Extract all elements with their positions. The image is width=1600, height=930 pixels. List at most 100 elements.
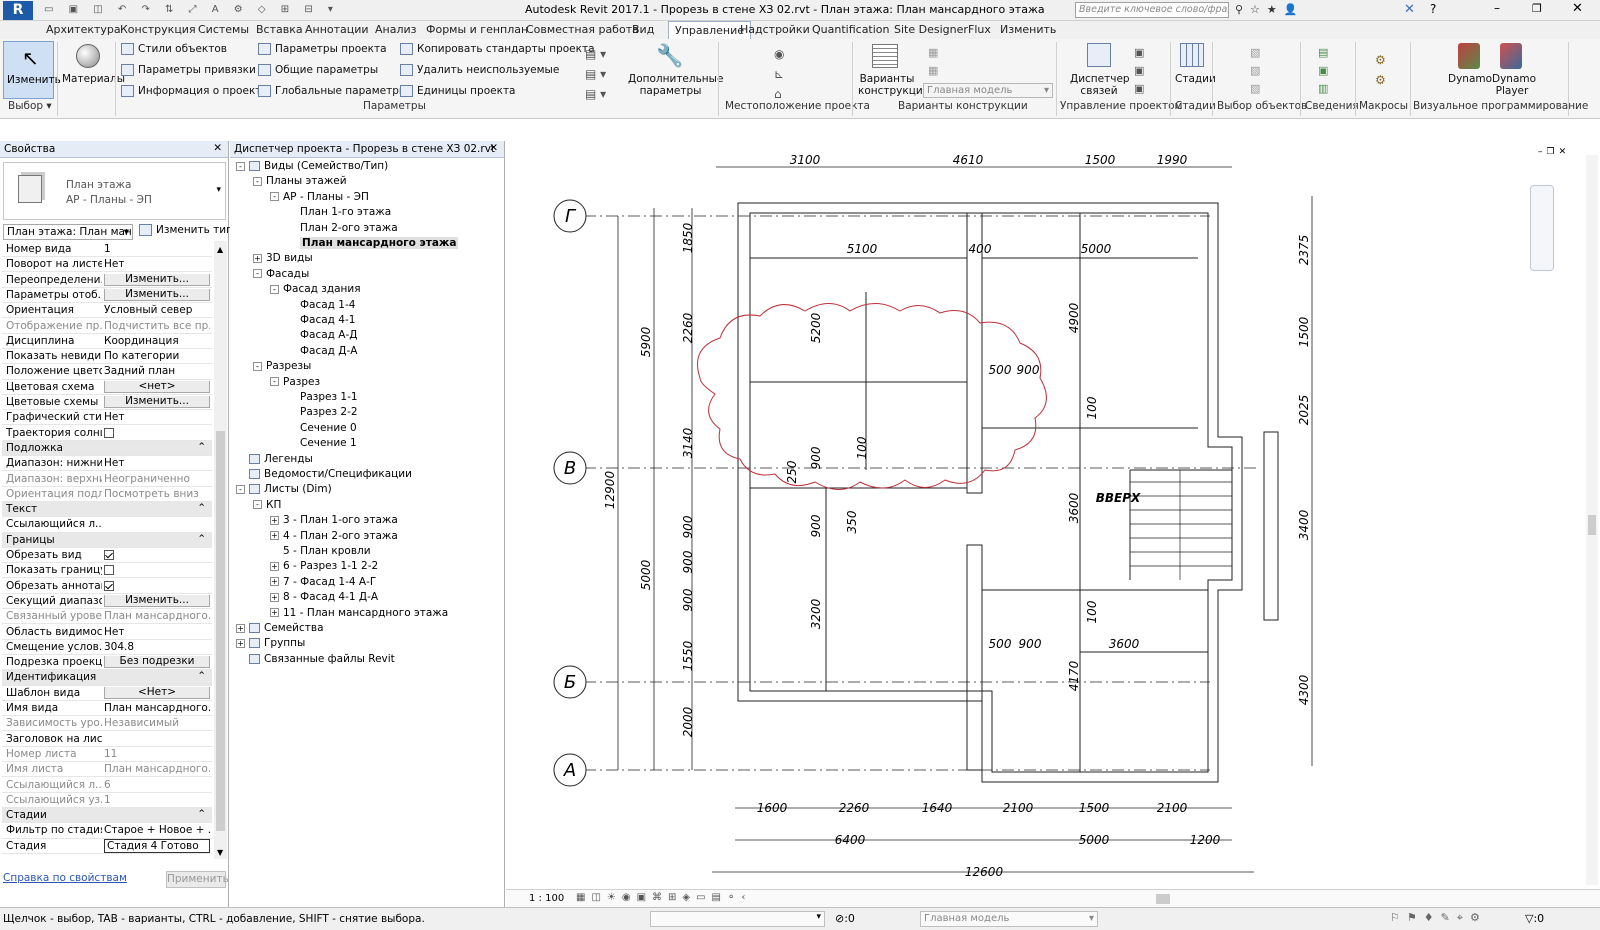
minimize-icon[interactable]: – [1494, 1, 1500, 15]
property-section[interactable]: Текст ⌃ [2, 502, 212, 518]
params_col3-item-2[interactable]: Единицы проекта [400, 85, 516, 97]
link-manager-button[interactable]: Диспетчер связей [1070, 73, 1130, 97]
property-row[interactable]: Диапазон: верхни...Неограниченно [2, 472, 212, 487]
property-row[interactable]: Стадия Стадия 4 Готово [2, 838, 212, 854]
property-row[interactable]: Имя листа План мансардного... [2, 762, 212, 778]
macros-small-icons[interactable]: ⚙ ⚙ [1375, 50, 1386, 90]
scale-label[interactable]: 1 : 100 [529, 893, 564, 904]
browser-node[interactable]: План 1-го этажа [287, 206, 391, 218]
params_col1-item-1[interactable]: Параметры привязки [121, 64, 256, 76]
property-edit-button[interactable]: Изменить... [104, 396, 210, 408]
property-row[interactable]: Обрезать вид [2, 548, 212, 564]
browser-node[interactable]: Фасад 1-4 [287, 299, 355, 311]
browser-node[interactable]: Фасад Д-А [287, 345, 357, 357]
browser-node[interactable]: +6 - Разрез 1-1 2-2 [270, 560, 378, 572]
edit-type-button[interactable]: Изменить тип [139, 224, 233, 240]
expand-toggle-icon[interactable]: + [270, 608, 279, 618]
params_col3-item-1[interactable]: Удалить неиспользуемые [400, 64, 559, 76]
select-small-icons[interactable]: ▧ ▧ ▧ [1250, 44, 1260, 98]
browser-node[interactable]: + Семейства [236, 622, 324, 634]
browser-node[interactable]: Сечение 1 [287, 437, 357, 449]
browser-node[interactable]: - КП [253, 499, 281, 511]
phases-button[interactable]: Стадии [1175, 73, 1216, 85]
tab-4[interactable]: Аннотации [305, 23, 369, 36]
browser-node[interactable]: - Разрезы [253, 360, 311, 372]
browser-node[interactable]: +8 - Фасад 4-1 Д-А [270, 591, 378, 603]
expand-toggle-icon[interactable]: - [253, 500, 262, 510]
expand-toggle-icon[interactable]: + [270, 515, 279, 525]
vertical-scrollbar[interactable] [1586, 155, 1598, 885]
property-row[interactable]: Зависимость уро... Независимый [2, 716, 212, 732]
property-row[interactable]: Шаблон вида <Нет> [2, 686, 212, 701]
property-row[interactable]: Траектория солнца [2, 426, 212, 441]
tab-0[interactable]: Архитектура [46, 23, 121, 36]
view-window-controls[interactable]: –❐✕ [1538, 147, 1570, 157]
property-checkbox[interactable] [104, 427, 114, 438]
tab-7[interactable]: Совместная работа [526, 23, 639, 36]
property-row[interactable]: Параметры отоб... Изменить... [2, 288, 212, 304]
dynamo-player-button[interactable]: Dynamo Player [1492, 73, 1536, 97]
property-edit-button[interactable]: Изменить... [104, 288, 210, 301]
help-icon[interactable]: ? [1430, 2, 1436, 16]
expand-toggle-icon[interactable]: + [236, 638, 245, 648]
expand-toggle-icon[interactable]: - [253, 176, 262, 186]
property-row[interactable]: Смещение услов... 304.8 [2, 640, 212, 655]
property-row[interactable]: Номер листа 11 [2, 747, 212, 763]
expand-toggle-icon[interactable]: - [236, 484, 245, 494]
property-row[interactable]: Цветовые схемы ... Изменить... [2, 395, 212, 411]
browser-node[interactable]: Связанные файлы Revit [236, 653, 395, 665]
browser-node[interactable]: Легенды [236, 453, 313, 465]
tab-9[interactable]: Управление [668, 21, 752, 39]
tab-8[interactable]: Вид [632, 23, 654, 36]
tab-13[interactable]: Flux [968, 23, 991, 36]
tab-2[interactable]: Системы [198, 23, 249, 36]
property-checkbox[interactable] [104, 580, 114, 591]
tab-11[interactable]: Quantification [812, 23, 890, 36]
property-edit-button[interactable]: <нет> [104, 380, 210, 393]
link-small-icons[interactable]: ▣ ▣ ▣ [1134, 44, 1144, 98]
tab-5[interactable]: Анализ [375, 23, 417, 36]
close-icon[interactable]: ✕ [1572, 1, 1583, 16]
editable-only-icon[interactable]: ⊘:0 [835, 912, 855, 925]
expand-toggle-icon[interactable]: - [270, 284, 279, 294]
browser-node[interactable]: +11 - План мансардного этажа [270, 607, 448, 619]
expand-toggle-icon[interactable]: + [253, 253, 262, 263]
expand-toggle-icon[interactable]: - [270, 192, 279, 202]
property-section[interactable]: Идентификация ⌃ [2, 670, 212, 686]
property-row[interactable]: Связанный уровеньПлан мансардного... [2, 609, 212, 625]
apply-button[interactable]: Применить [166, 871, 229, 888]
design-options-dropdown[interactable]: Главная модель ▾ [923, 83, 1053, 98]
property-row[interactable]: Дисциплина Координация [2, 334, 212, 349]
materials-button[interactable]: Материалы [60, 41, 125, 99]
small-tool-icons[interactable]: ▤ ▾ ▤ ▾ ▤ ▾ [585, 44, 606, 104]
browser-node[interactable]: План мансардного этажа [287, 237, 459, 249]
properties-scrollbar[interactable]: ▲ ▼ [214, 241, 227, 859]
expand-toggle-icon[interactable]: - [236, 161, 245, 171]
expand-toggle-icon[interactable]: - [253, 269, 262, 279]
tab-1[interactable]: Конструкция [120, 23, 196, 36]
property-row[interactable]: Диапазон: нижни...Нет [2, 456, 212, 472]
property-row[interactable]: Ссылающийся л... 6 [2, 778, 212, 793]
property-edit-button[interactable]: Без подрезки [104, 656, 210, 669]
property-section[interactable]: Границы ⌃ [2, 532, 212, 548]
expand-toggle-icon[interactable]: + [270, 561, 279, 571]
property-row[interactable]: Подрезка проекцииБез подрезки [2, 655, 212, 671]
browser-node[interactable]: - Фасады [253, 268, 309, 280]
property-row[interactable]: Обрезать аннотац... [2, 579, 212, 594]
browser-node[interactable]: План 2-ого этажа [287, 222, 398, 234]
info-small-icons[interactable]: ▤ ▣ ▥ [1318, 44, 1328, 98]
property-edit-button[interactable]: Изменить... [104, 594, 210, 607]
property-checkbox[interactable] [104, 550, 114, 560]
expand-toggle-icon[interactable]: + [270, 592, 279, 602]
property-section[interactable]: Подложка ⌃ [2, 440, 212, 457]
browser-node[interactable]: Разрез 2-2 [287, 406, 358, 418]
browser-node[interactable]: +4 - План 2-ого этажа [270, 530, 398, 542]
quick-access-toolbar[interactable]: ▭ ▣ ◫ ↶ ↷ ⇅ ⤢ A ⚙ ◇ ⊞ ⊟ ▾ [44, 4, 414, 17]
browser-node[interactable]: - Фасад здания [270, 283, 361, 295]
params_col1-item-0[interactable]: Стили объектов [121, 43, 227, 55]
view-control-bar[interactable]: 1 : 100 ▦◫☀◉▣⌘⊞◈▭▤⚬‹ [506, 889, 1600, 907]
workset-dropdown[interactable]: ▾ [650, 911, 825, 927]
property-row[interactable]: Секущий диапазон Изменить... [2, 594, 212, 610]
close-browser-icon[interactable]: ✕ [489, 142, 498, 154]
property-row[interactable]: Поворот на листе Нет [2, 257, 212, 273]
